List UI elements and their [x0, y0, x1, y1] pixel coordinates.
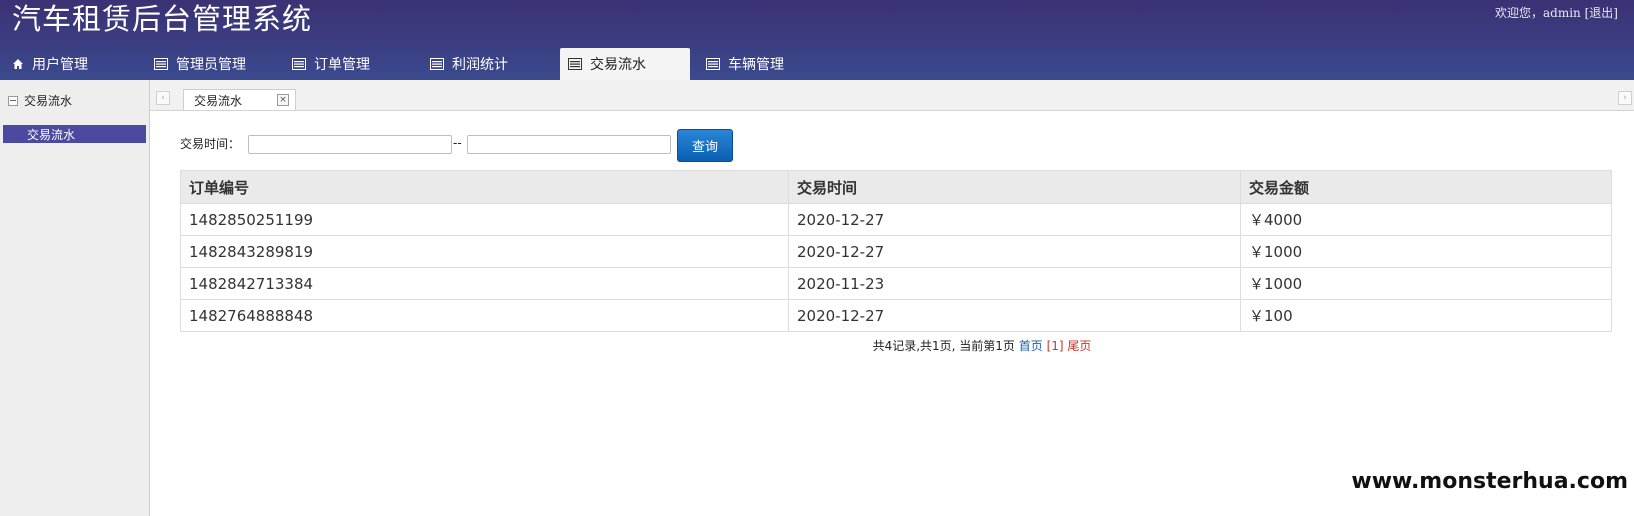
pagination-summary: 共4记录,共1页, 当前第1页 — [872, 339, 1015, 353]
time-cell: 2020-12-27 — [788, 203, 1241, 236]
nav-tab-transactions[interactable]: 交易流水 — [560, 48, 690, 80]
nav-tab-orders[interactable]: 订单管理 — [292, 48, 370, 80]
time-cell: 2020-12-27 — [788, 299, 1241, 332]
list-icon — [292, 58, 306, 70]
amount-cell: ￥4000 — [1240, 203, 1612, 236]
start-date-input[interactable] — [248, 135, 452, 154]
nav-tab-admins[interactable]: 管理员管理 — [154, 48, 246, 80]
sidebar-item-transactions[interactable]: 交易流水 — [3, 125, 146, 143]
column-header-amount: 交易金额 — [1240, 170, 1612, 204]
amount-cell: ￥100 — [1240, 299, 1612, 332]
watermark: www.monsterhua.com — [1349, 469, 1630, 494]
table-row: 1482850251199 2020-12-27 ￥4000 — [180, 203, 1612, 236]
home-icon — [12, 58, 24, 70]
sidebar-group-header[interactable]: 交易流水 — [8, 92, 72, 109]
table-row: 1482764888848 2020-12-27 ￥100 — [180, 299, 1612, 332]
nav-tab-label: 利润统计 — [452, 57, 508, 73]
user-welcome: 欢迎您，admin [退出] — [1495, 4, 1618, 21]
last-page-link[interactable]: 尾页 — [1067, 339, 1091, 353]
app-header: 汽车租赁后台管理系统 欢迎您，admin [退出] 用户管理 管理员管理 订单管… — [0, 0, 1634, 80]
order-no-cell: 1482764888848 — [180, 299, 789, 332]
nav-tab-label: 车辆管理 — [728, 57, 784, 73]
date-separator: -- — [453, 136, 462, 150]
sidebar-group-title: 交易流水 — [24, 94, 73, 108]
list-icon — [706, 58, 720, 70]
nav-tab-vehicles[interactable]: 车辆管理 — [706, 48, 784, 80]
list-icon — [568, 58, 582, 70]
column-header-order-no: 订单编号 — [180, 170, 789, 204]
transactions-table: 订单编号 交易时间 交易金额 1482850251199 2020-12-27 … — [180, 170, 1612, 332]
nav-tab-label: 用户管理 — [32, 57, 88, 73]
time-cell: 2020-11-23 — [788, 267, 1241, 300]
time-cell: 2020-12-27 — [788, 235, 1241, 268]
order-no-cell: 1482842713384 — [180, 267, 789, 300]
query-button[interactable]: 查询 — [677, 129, 733, 162]
pagination: 共4记录,共1页, 当前第1页 首页 [1] 尾页 — [0, 337, 1634, 354]
logout-link[interactable]: [退出] — [1585, 6, 1618, 20]
list-icon — [430, 58, 444, 70]
content-tab-label: 交易流水 — [194, 93, 243, 108]
nav-tab-label: 订单管理 — [314, 57, 370, 73]
content-tab-strip: ‹ 交易流水 × › — [150, 80, 1634, 111]
end-date-input[interactable] — [467, 135, 671, 154]
close-icon[interactable]: × — [277, 94, 289, 106]
search-label: 交易时间： — [180, 137, 241, 151]
first-page-link[interactable]: 首页 — [1019, 339, 1043, 353]
nav-tab-label: 管理员管理 — [176, 57, 246, 73]
app-title: 汽车租赁后台管理系统 — [12, 2, 313, 36]
amount-cell: ￥1000 — [1240, 267, 1612, 300]
nav-tab-profit[interactable]: 利润统计 — [430, 48, 508, 80]
scroll-right-icon[interactable]: › — [1618, 91, 1632, 105]
column-header-time: 交易时间 — [788, 170, 1241, 204]
table-row: 1482843289819 2020-12-27 ￥1000 — [180, 235, 1612, 268]
table-row: 1482842713384 2020-11-23 ￥1000 — [180, 267, 1612, 300]
order-no-cell: 1482843289819 — [180, 235, 789, 268]
scroll-left-icon[interactable]: ‹ — [156, 91, 170, 105]
collapse-icon[interactable] — [8, 95, 18, 106]
list-icon — [154, 58, 168, 70]
current-page[interactable]: [1] — [1047, 339, 1064, 353]
nav-tab-label: 交易流水 — [590, 57, 646, 73]
welcome-text: 欢迎您，admin — [1495, 6, 1581, 20]
order-no-cell: 1482850251199 — [180, 203, 789, 236]
main-nav: 用户管理 管理员管理 订单管理 利润统计 交易流水 车辆管理 — [0, 48, 1634, 80]
content-tab-transactions[interactable]: 交易流水 × — [183, 89, 296, 110]
table-header-row: 订单编号 交易时间 交易金额 — [180, 170, 1612, 204]
amount-cell: ￥1000 — [1240, 235, 1612, 268]
nav-tab-users[interactable]: 用户管理 — [12, 48, 88, 80]
sidebar: 交易流水 — [0, 80, 150, 516]
